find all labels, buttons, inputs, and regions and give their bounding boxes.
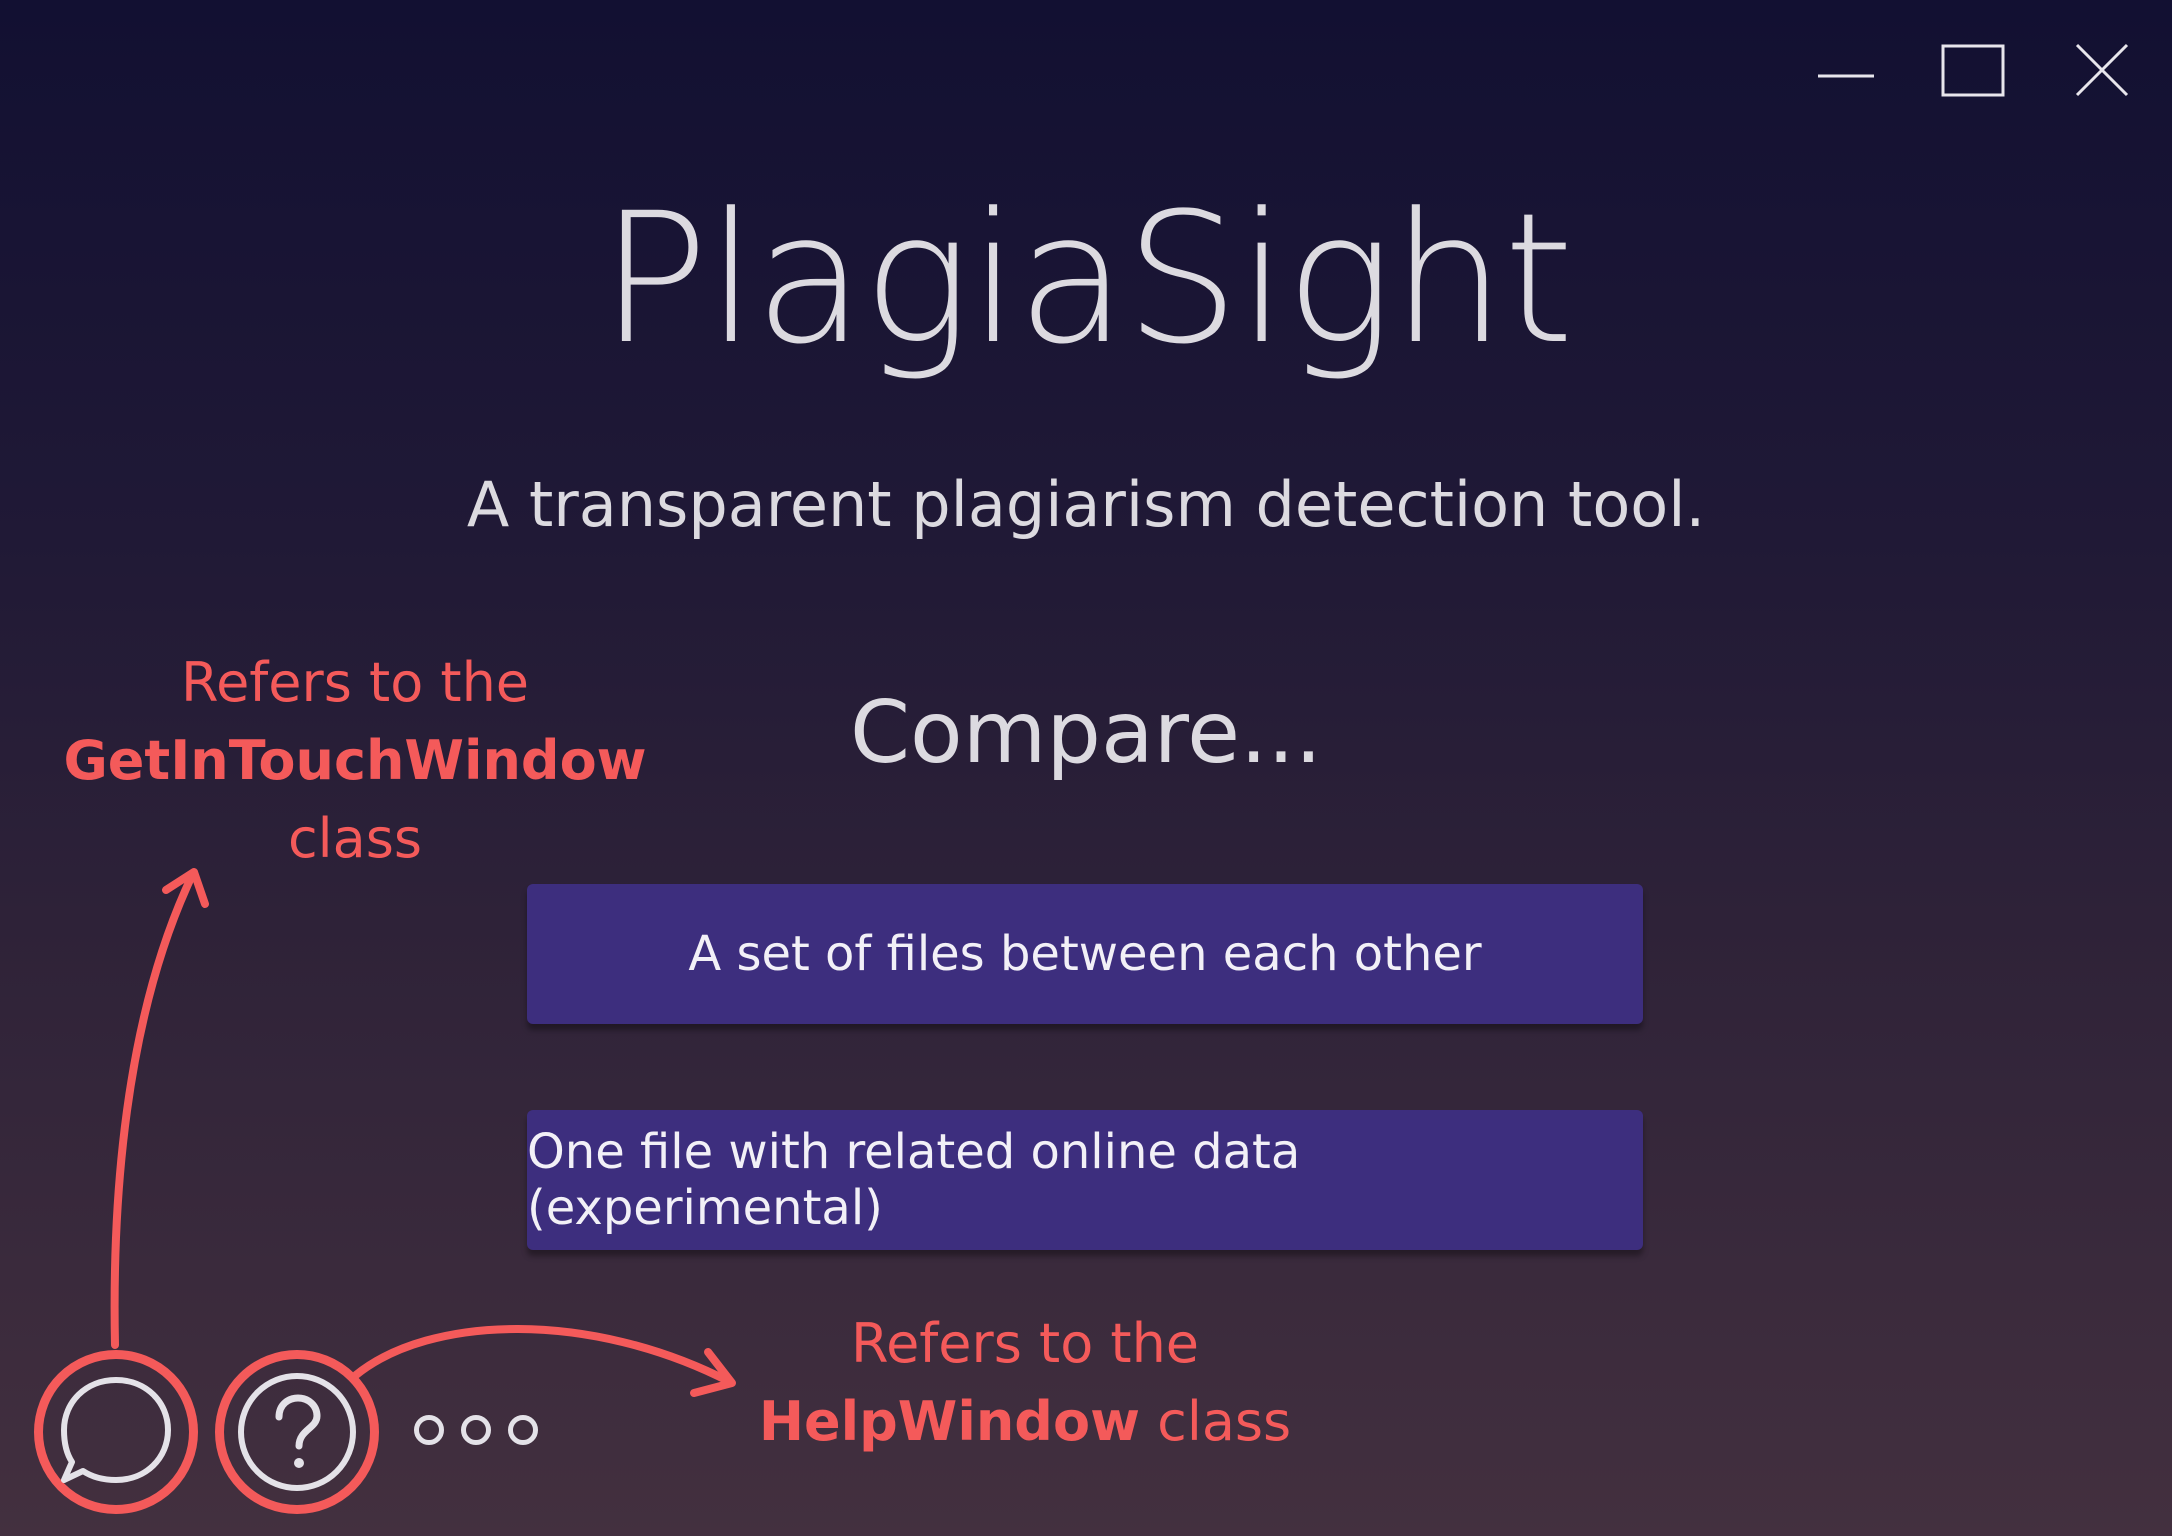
help-button[interactable] [215,1350,379,1514]
more-dot [461,1415,491,1445]
more-dot [414,1415,444,1445]
arrow-to-contact-annotation [110,868,209,1349]
arrow-to-help-annotation [352,1325,736,1397]
get-in-touch-button[interactable] [34,1350,198,1514]
annotation-help-classname: HelpWindow [758,1390,1140,1453]
annotation-getintouch: Refers to the GetInTouchWindow class [63,651,647,870]
chat-bubble-icon [61,1377,171,1483]
question-mark-icon [238,1373,356,1491]
more-dot [508,1415,538,1445]
annotation-getintouch-classname: GetInTouchWindow [63,729,647,792]
annotation-help: Refers to the HelpWindow class [758,1312,1292,1453]
more-dots-icon[interactable] [414,1410,538,1450]
